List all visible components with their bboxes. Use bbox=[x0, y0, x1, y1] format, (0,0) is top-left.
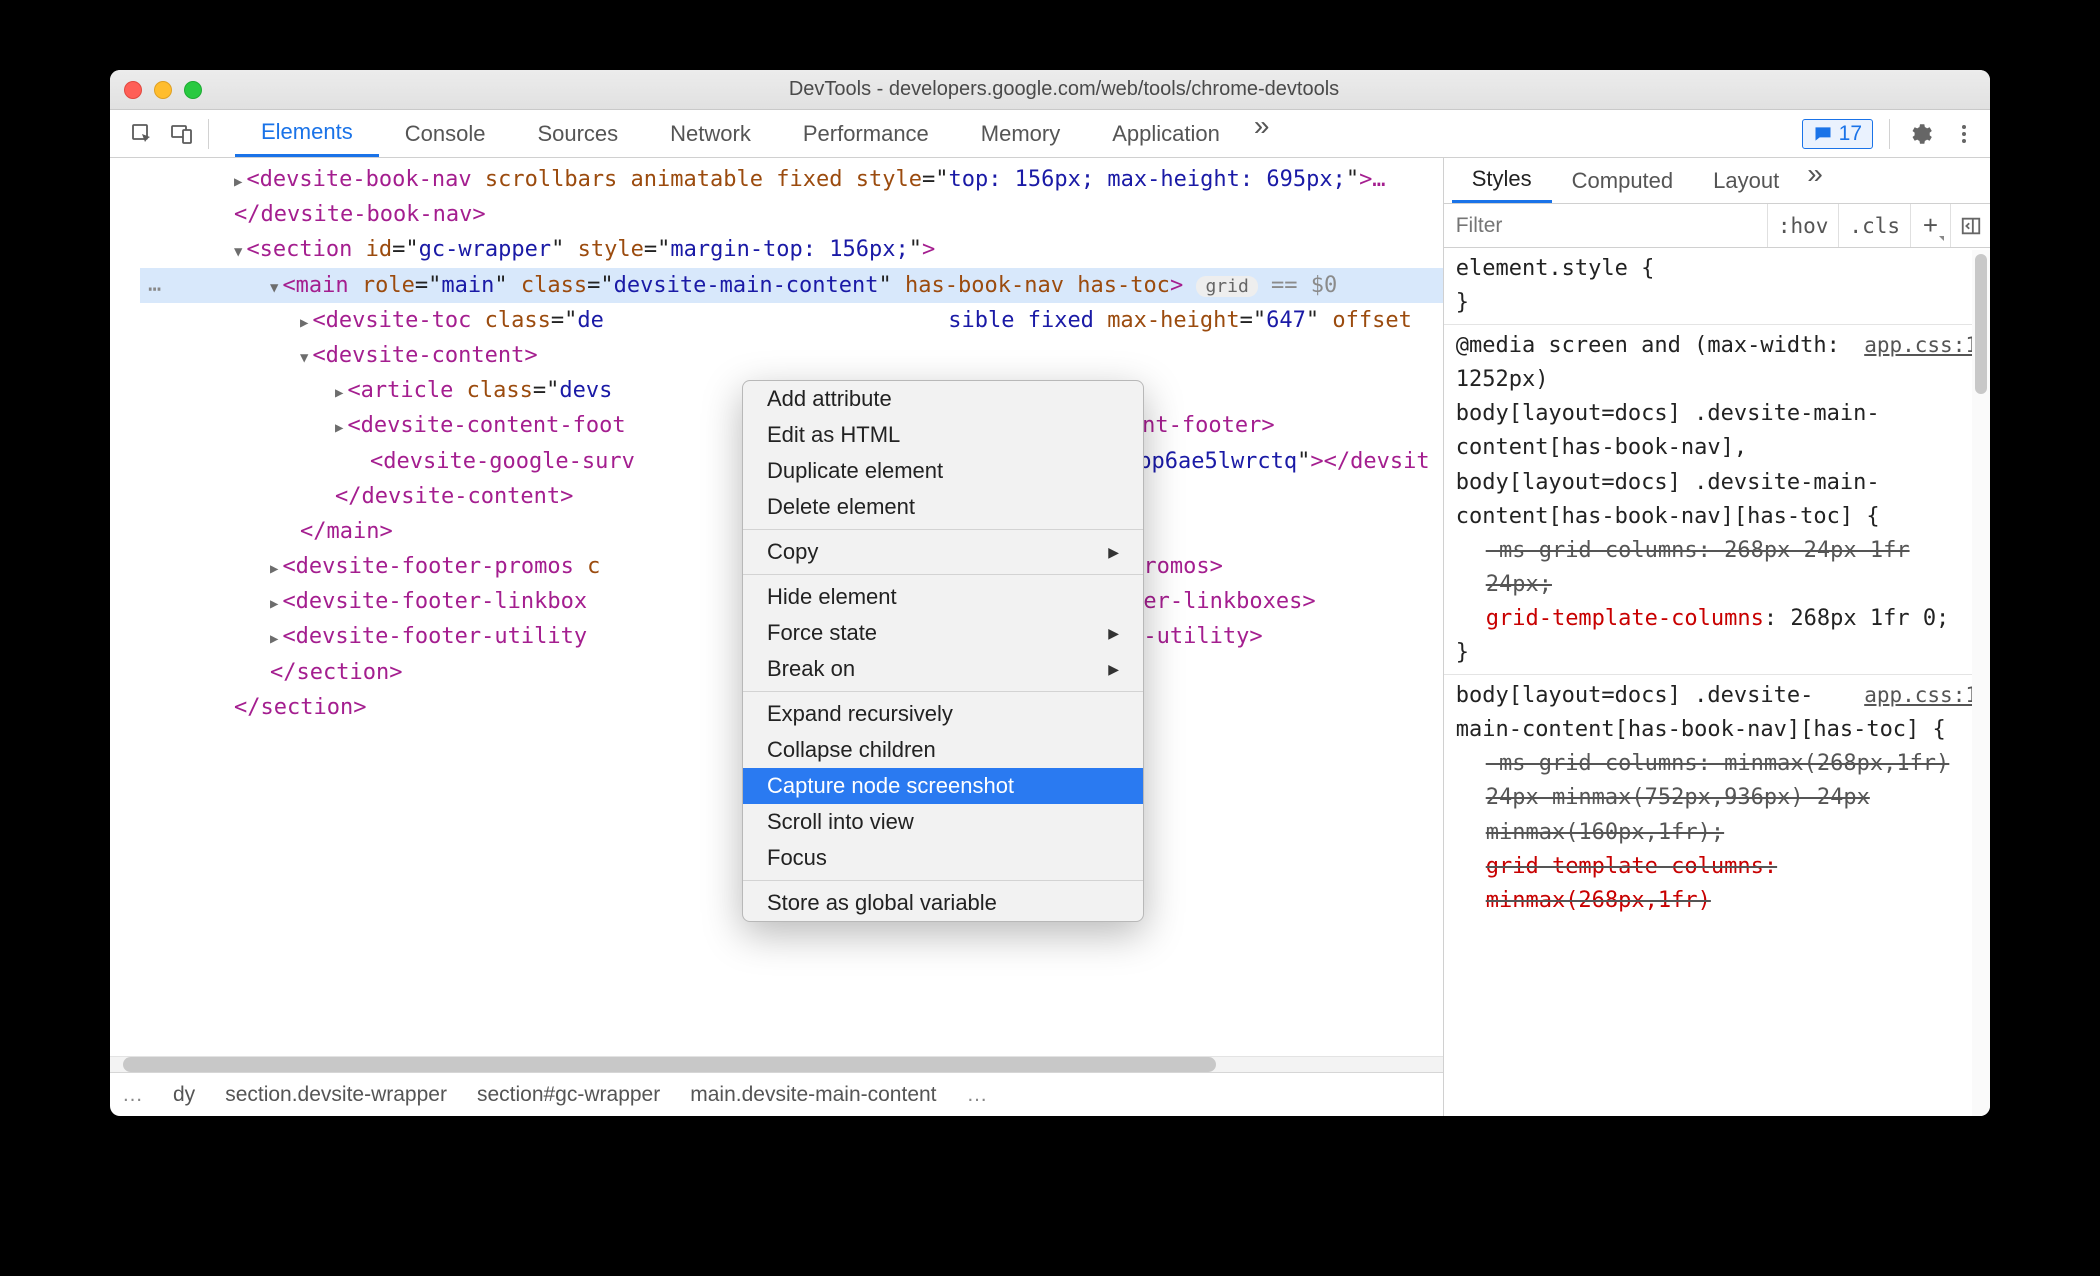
ctx-store-global[interactable]: Store as global variable bbox=[743, 885, 1143, 921]
styles-tabs: Styles Computed Layout » bbox=[1444, 158, 1990, 204]
settings-icon[interactable] bbox=[1906, 120, 1934, 148]
styles-panel: Styles Computed Layout » :hov .cls + ele… bbox=[1444, 158, 1990, 1116]
breadcrumb-item[interactable]: section#gc-wrapper bbox=[477, 1083, 660, 1107]
breadcrumb-overflow-right[interactable]: … bbox=[967, 1083, 988, 1107]
ctx-duplicate-element[interactable]: Duplicate element bbox=[743, 453, 1143, 489]
ctx-force-state[interactable]: Force state bbox=[743, 615, 1143, 651]
styles-filter-bar: :hov .cls + bbox=[1444, 204, 1990, 248]
breadcrumb: … dy section.devsite-wrapper section#gc-… bbox=[110, 1072, 1443, 1116]
tab-performance[interactable]: Performance bbox=[777, 110, 955, 157]
issues-counter[interactable]: 17 bbox=[1802, 119, 1873, 149]
message-icon bbox=[1813, 124, 1833, 144]
breadcrumb-overflow-left[interactable]: … bbox=[122, 1083, 143, 1107]
hov-button[interactable]: :hov bbox=[1767, 204, 1839, 247]
dom-node[interactable]: <section id="gc-wrapper" style="margin-t… bbox=[140, 232, 1443, 267]
devtools-window: DevTools - developers.google.com/web/too… bbox=[110, 70, 1990, 1116]
styles-rules[interactable]: element.style { } app.css:1 @media scree… bbox=[1444, 248, 1990, 1116]
tab-application[interactable]: Application bbox=[1086, 110, 1246, 157]
css-property-overridden[interactable]: grid-template-columns: minmax(268px,1fr) bbox=[1456, 850, 1978, 918]
more-styles-tabs-icon[interactable]: » bbox=[1799, 158, 1831, 203]
tab-styles[interactable]: Styles bbox=[1452, 158, 1552, 203]
source-link[interactable]: app.css:1 bbox=[1864, 679, 1978, 712]
gutter-indicator: ⋯ bbox=[148, 272, 161, 307]
toggle-computed-sidebar-icon[interactable] bbox=[1950, 204, 1990, 247]
ctx-edit-as-html[interactable]: Edit as HTML bbox=[743, 417, 1143, 453]
breadcrumb-item[interactable]: dy bbox=[173, 1083, 195, 1107]
source-link[interactable]: app.css:1 bbox=[1864, 329, 1978, 362]
layout-badge[interactable]: grid bbox=[1196, 276, 1257, 297]
tab-sources[interactable]: Sources bbox=[511, 110, 644, 157]
window-controls bbox=[124, 81, 202, 99]
ctx-separator bbox=[743, 574, 1143, 575]
titlebar: DevTools - developers.google.com/web/too… bbox=[110, 70, 1990, 110]
ctx-capture-node-screenshot[interactable]: Capture node screenshot bbox=[743, 768, 1143, 804]
inspect-icon[interactable] bbox=[122, 122, 162, 146]
tab-layout[interactable]: Layout bbox=[1693, 158, 1799, 203]
minimize-window-button[interactable] bbox=[154, 81, 172, 99]
more-tabs-icon[interactable]: » bbox=[1246, 110, 1278, 157]
rule-close: } bbox=[1456, 286, 1978, 320]
tab-computed[interactable]: Computed bbox=[1552, 158, 1694, 203]
issues-count: 17 bbox=[1839, 122, 1862, 146]
tab-memory[interactable]: Memory bbox=[955, 110, 1086, 157]
toolbar-right: 17 bbox=[1802, 119, 1978, 149]
divider bbox=[208, 119, 209, 149]
ctx-scroll-into-view[interactable]: Scroll into view bbox=[743, 804, 1143, 840]
new-style-rule-button[interactable]: + bbox=[1910, 204, 1950, 247]
ctx-hide-element[interactable]: Hide element bbox=[743, 579, 1143, 615]
tab-elements[interactable]: Elements bbox=[235, 110, 379, 157]
ctx-delete-element[interactable]: Delete element bbox=[743, 489, 1143, 525]
filter-input[interactable] bbox=[1444, 214, 1767, 238]
tab-network[interactable]: Network bbox=[644, 110, 777, 157]
css-property-overridden[interactable]: -ms-grid-columns: minmax(268px,1fr) 24px… bbox=[1456, 747, 1978, 849]
dom-node[interactable]: <devsite-toc class="de sible fixed max-h… bbox=[140, 303, 1443, 338]
ctx-separator bbox=[743, 691, 1143, 692]
style-rule[interactable]: app.css:1 body[layout=docs] .devsite-mai… bbox=[1444, 675, 1990, 922]
dom-node-selected[interactable]: <main role="main" class="devsite-main-co… bbox=[140, 268, 1443, 303]
css-property[interactable]: grid-template-columns: 268px 1fr 0; bbox=[1456, 602, 1978, 636]
window-title: DevTools - developers.google.com/web/too… bbox=[222, 78, 1976, 101]
selector: element.style { bbox=[1456, 252, 1978, 286]
tab-console[interactable]: Console bbox=[379, 110, 512, 157]
main-toolbar: Elements Console Sources Network Perform… bbox=[110, 110, 1990, 158]
context-menu: Add attribute Edit as HTML Duplicate ele… bbox=[742, 380, 1144, 922]
cls-button[interactable]: .cls bbox=[1838, 204, 1910, 247]
css-property-overridden[interactable]: -ms-grid-columns: 268px 24px 1fr 24px; bbox=[1456, 534, 1978, 602]
ctx-break-on[interactable]: Break on bbox=[743, 651, 1143, 687]
style-rule[interactable]: element.style { } bbox=[1444, 248, 1990, 325]
style-rule[interactable]: app.css:1 @media screen and (max-width: … bbox=[1444, 325, 1990, 675]
horizontal-scrollbar[interactable] bbox=[110, 1056, 1443, 1072]
device-toggle-icon[interactable] bbox=[162, 122, 202, 146]
vertical-scrollbar[interactable] bbox=[1972, 250, 1990, 1116]
ctx-copy[interactable]: Copy bbox=[743, 534, 1143, 570]
rule-close: } bbox=[1456, 636, 1978, 670]
ctx-collapse-children[interactable]: Collapse children bbox=[743, 732, 1143, 768]
close-window-button[interactable] bbox=[124, 81, 142, 99]
kebab-menu-icon[interactable] bbox=[1950, 120, 1978, 148]
breadcrumb-item[interactable]: main.devsite-main-content bbox=[690, 1083, 936, 1107]
zoom-window-button[interactable] bbox=[184, 81, 202, 99]
ctx-focus[interactable]: Focus bbox=[743, 840, 1143, 876]
ctx-expand-recursively[interactable]: Expand recursively bbox=[743, 696, 1143, 732]
panel-tabs: Elements Console Sources Network Perform… bbox=[235, 110, 1277, 157]
ctx-add-attribute[interactable]: Add attribute bbox=[743, 381, 1143, 417]
selector: body[layout=docs] .devsite-main-content[… bbox=[1456, 397, 1978, 533]
dom-node[interactable]: <devsite-content> bbox=[140, 338, 1443, 373]
ctx-separator bbox=[743, 529, 1143, 530]
breadcrumb-item[interactable]: section.devsite-wrapper bbox=[225, 1083, 447, 1107]
dom-node[interactable]: <devsite-book-nav scrollbars animatable … bbox=[140, 162, 1443, 232]
divider bbox=[1889, 119, 1890, 149]
ctx-separator bbox=[743, 880, 1143, 881]
